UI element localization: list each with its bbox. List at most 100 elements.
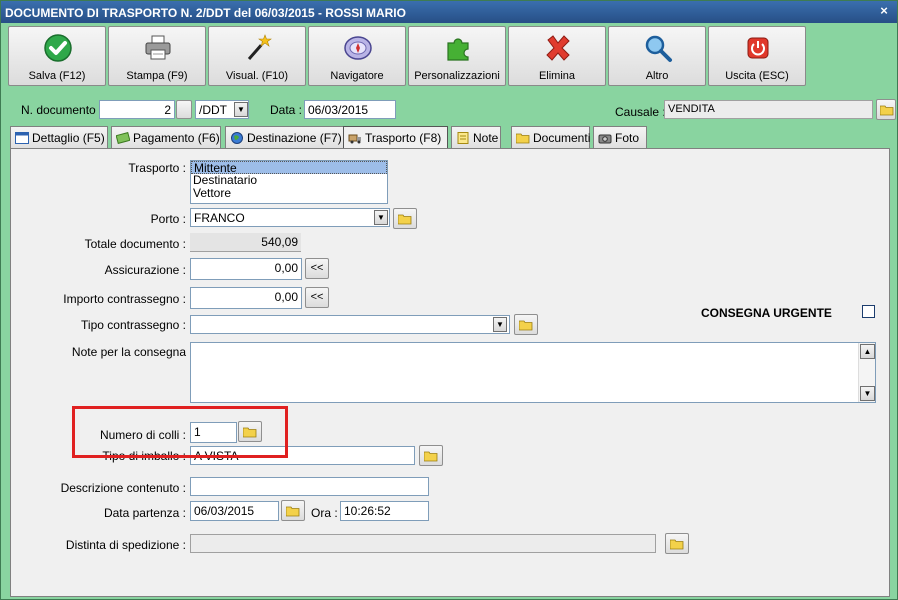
tab-note-label: Note <box>473 131 499 145</box>
tipo-contrassegno-select[interactable] <box>190 315 510 334</box>
compass-icon <box>344 36 372 60</box>
chevron-down-icon[interactable]: ▼ <box>374 210 388 225</box>
navigator-button-label: Navigatore <box>330 70 384 82</box>
printer-icon <box>145 35 171 60</box>
tab-destinazione-label: Destinazione (F7) <box>247 131 342 145</box>
chevron-down-icon[interactable]: ▼ <box>493 317 507 332</box>
tab-foto-label: Foto <box>615 131 640 145</box>
ora-field[interactable]: 10:26:52 <box>340 501 429 521</box>
money-icon <box>116 132 130 144</box>
tab-dettaglio[interactable]: Dettaglio (F5) <box>10 126 108 148</box>
note-consegna-label: Note per la consegna <box>71 345 186 359</box>
print-button[interactable]: Stampa (F9) <box>108 26 206 86</box>
puzzle-icon <box>447 38 469 61</box>
trasporto-label: Trasporto : <box>128 161 186 175</box>
folder-icon <box>398 214 412 225</box>
save-button[interactable]: Salva (F12) <box>8 26 106 86</box>
close-icon[interactable]: × <box>877 4 891 18</box>
porto-label: Porto : <box>150 212 186 226</box>
tipo-contrassegno-browse-button[interactable] <box>514 314 538 335</box>
distinta-spedizione-browse-button[interactable] <box>665 533 689 554</box>
navigator-button[interactable]: Navigatore <box>308 26 406 86</box>
list-item[interactable]: Vettore <box>191 187 387 200</box>
descrizione-contenuto-field[interactable] <box>190 477 429 496</box>
delete-x-icon <box>546 35 570 61</box>
tab-foto[interactable]: Foto <box>593 126 647 148</box>
save-button-label: Salva (F12) <box>28 70 86 82</box>
date-field[interactable]: 06/03/2015 <box>304 100 396 119</box>
exit-button[interactable]: Uscita (ESC) <box>708 26 806 86</box>
tab-documenti-label: Documenti <box>533 131 591 145</box>
causale-field[interactable]: VENDITA <box>664 100 873 119</box>
magic-wand-icon <box>247 34 272 60</box>
tipo-imballo-browse-button[interactable] <box>419 445 443 466</box>
folder-icon <box>880 105 894 116</box>
distinta-spedizione-field <box>190 534 656 553</box>
folder-icon <box>516 133 530 144</box>
trasporto-listbox[interactable]: Mittente Destinatario Vettore <box>190 160 388 204</box>
window: DOCUMENTO DI TRASPORTO N. 2/DDT del 06/0… <box>0 0 898 600</box>
note-icon <box>457 132 469 144</box>
importo-contrassegno-label: Importo contrassegno : <box>63 292 186 306</box>
porto-value: FRANCO <box>194 211 245 225</box>
more-button[interactable]: Altro <box>608 26 706 86</box>
more-button-label: Altro <box>645 70 669 82</box>
folder-icon <box>424 451 438 462</box>
table-icon <box>15 132 29 144</box>
customize-button-label: Personalizzazioni <box>414 70 500 82</box>
tab-note[interactable]: Note <box>451 126 501 148</box>
causale-browse-button[interactable] <box>876 99 896 120</box>
importo-contrassegno-field[interactable]: 0,00 <box>190 287 302 309</box>
causale-label: Causale : <box>615 105 666 119</box>
porto-browse-button[interactable] <box>393 208 417 229</box>
scroll-down-icon[interactable]: ▼ <box>860 386 875 401</box>
doc-number-field[interactable]: 2 <box>99 100 175 119</box>
data-partenza-label: Data partenza : <box>103 506 186 520</box>
power-icon <box>747 37 769 59</box>
totale-label: Totale documento : <box>84 237 186 251</box>
importo-contrassegno-copy-button[interactable]: << <box>305 287 329 308</box>
tab-destinazione[interactable]: Destinazione (F7) <box>225 126 350 148</box>
consegna-urgente-checkbox[interactable] <box>862 305 875 318</box>
consegna-urgente-label: CONSEGNA URGENTE <box>701 306 832 320</box>
globe-icon <box>231 132 243 144</box>
assicurazione-label: Assicurazione : <box>104 263 186 277</box>
folder-icon <box>670 539 684 550</box>
assicurazione-field[interactable]: 0,00 <box>190 258 302 280</box>
check-icon <box>44 34 72 62</box>
doc-series-value: /DDT <box>199 103 227 117</box>
magnifier-icon <box>645 35 672 62</box>
folder-icon <box>286 506 300 517</box>
ora-label: Ora : <box>311 506 338 520</box>
tipo-contrassegno-label: Tipo contrassegno : <box>81 318 186 332</box>
tab-trasporto[interactable]: Trasporto (F8) <box>343 126 448 149</box>
highlight-box <box>72 406 288 458</box>
folder-icon <box>519 320 533 331</box>
preview-button[interactable]: Visual. (F10) <box>208 26 306 86</box>
scrollbar[interactable]: ▲ ▼ <box>858 343 875 402</box>
camera-icon <box>598 134 612 144</box>
descrizione-contenuto-label: Descrizione contenuto : <box>60 481 186 495</box>
data-partenza-calendar-button[interactable] <box>281 500 305 521</box>
tab-trasporto-label: Trasporto (F8) <box>365 131 442 145</box>
tab-pagamento-label: Pagamento (F6) <box>133 131 220 145</box>
tab-pagamento[interactable]: Pagamento (F6) <box>111 126 221 148</box>
tab-documenti[interactable]: Documenti <box>511 126 590 148</box>
trasporto-panel: Trasporto : Mittente Destinatario Vettor… <box>10 148 890 597</box>
data-partenza-field[interactable]: 06/03/2015 <box>190 501 279 521</box>
note-consegna-textarea[interactable]: ▲ ▼ <box>190 342 876 403</box>
distinta-spedizione-label: Distinta di spedizione : <box>65 538 186 552</box>
totale-field: 540,09 <box>190 233 301 252</box>
doc-number-spin-button[interactable] <box>176 100 192 119</box>
print-button-label: Stampa (F9) <box>126 70 188 82</box>
chevron-down-icon[interactable]: ▼ <box>234 102 248 117</box>
scroll-up-icon[interactable]: ▲ <box>860 344 875 359</box>
date-label: Data : <box>270 103 303 117</box>
delete-button[interactable]: Elimina <box>508 26 606 86</box>
preview-button-label: Visual. (F10) <box>225 70 289 82</box>
doc-number-label: N. documento : <box>21 103 103 117</box>
porto-select[interactable]: FRANCO <box>190 208 390 227</box>
customize-button[interactable]: Personalizzazioni <box>408 26 506 86</box>
window-title: DOCUMENTO DI TRASPORTO N. 2/DDT del 06/0… <box>5 6 406 20</box>
assicurazione-copy-button[interactable]: << <box>305 258 329 279</box>
